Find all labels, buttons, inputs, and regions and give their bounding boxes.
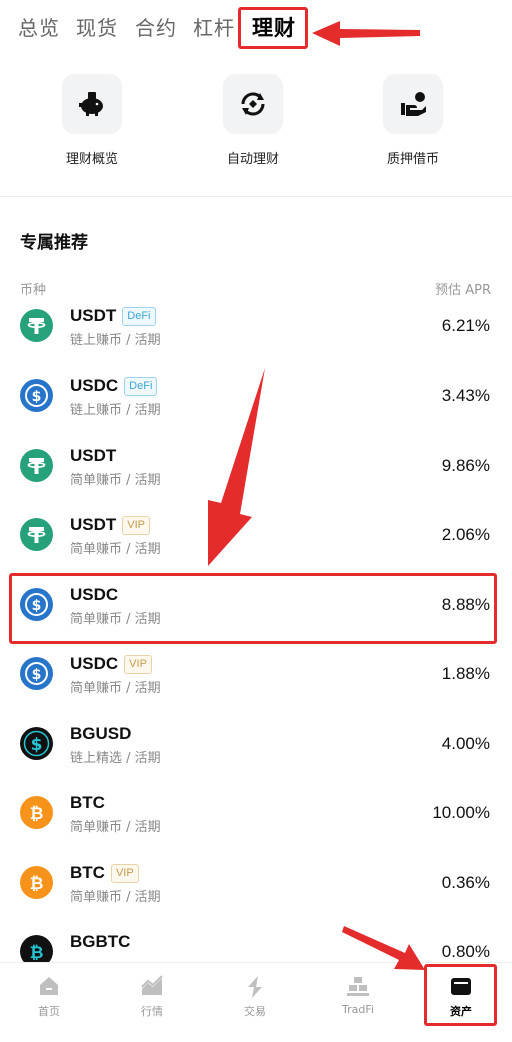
product-name-line: USDC DeFi [70, 376, 158, 396]
svg-text:$: $ [31, 735, 43, 755]
product-type: 简单赚币 / 活期 [70, 681, 161, 696]
product-name: USDC [70, 654, 119, 673]
product-type: 链上精选 / 活期 [70, 751, 161, 766]
product-name-line: USDT [70, 446, 116, 466]
usdc-icon: $ [20, 657, 53, 690]
product-type: 链上赚币 / 活期 [70, 403, 161, 418]
product-name: BGBTC [70, 932, 131, 951]
quick-action-label: 质押借币 [386, 152, 439, 167]
product-row[interactable]: USDT 简单赚币 / 活期 9.86% [0, 435, 512, 505]
pledge-loan-icon [383, 74, 443, 134]
nav-item-market[interactable]: 行情 [112, 975, 192, 1019]
product-name-line: USDT VIP [70, 515, 151, 535]
product-badge: VIP [122, 515, 151, 535]
btc-icon: ₿ [20, 866, 53, 899]
product-row[interactable]: $ BGUSD 链上精选 / 活期 4.00% [0, 713, 512, 783]
product-name: USDT [70, 515, 117, 534]
product-apr: 3.43% [441, 386, 490, 405]
tab-overview[interactable]: 总览 [18, 12, 60, 41]
svg-text:$: $ [32, 667, 42, 683]
nav-item-trade[interactable]: 交易 [215, 975, 295, 1019]
product-type: 链上赚币 / 活期 [70, 333, 161, 348]
product-name-line: BGUSD [70, 724, 131, 744]
product-badge: VIP [110, 863, 139, 883]
product-name-line: BTC [70, 793, 105, 813]
tab-futures[interactable]: 合约 [135, 12, 177, 41]
svg-text:₿: ₿ [30, 874, 44, 894]
product-name: USDC [70, 376, 119, 395]
product-apr: 6.21% [441, 316, 490, 335]
svg-text:₿: ₿ [30, 804, 44, 824]
quick-action-earn-overview[interactable]: 理财概览 [32, 74, 152, 167]
product-type: 简单赚币 / 活期 [70, 473, 161, 488]
product-type: 简单赚币 / 活期 [70, 820, 161, 835]
home-icon [9, 975, 89, 999]
product-row[interactable]: ₿ BTC 简单赚币 / 活期 10.00% [0, 782, 512, 852]
nav-label: 交易 [244, 1005, 266, 1018]
product-apr: 0.80% [441, 942, 490, 961]
product-type: 简单赚币 / 活期 [70, 542, 161, 557]
product-apr: 2.06% [441, 525, 490, 544]
nav-item-home[interactable]: 首页 [9, 975, 89, 1019]
earn-tab-highlight-box [238, 7, 308, 49]
svg-text:$: $ [32, 389, 42, 405]
product-apr: 4.00% [441, 734, 490, 753]
nav-label: TradFi [342, 1003, 374, 1016]
btc-icon: ₿ [20, 796, 53, 829]
quick-action-auto-earn[interactable]: 自动理财 [193, 74, 313, 167]
product-badge: VIP [124, 654, 152, 674]
tab-spot[interactable]: 现货 [76, 12, 118, 41]
product-row[interactable]: USDT VIP 简单赚币 / 活期 2.06% [0, 504, 512, 574]
usdt-icon [20, 449, 53, 482]
product-name-line: USDT DeFi [70, 306, 156, 326]
trade-icon [215, 975, 295, 999]
svg-text:₿: ₿ [30, 943, 44, 963]
product-row[interactable]: ₿ BTC VIP 简单赚币 / 活期 0.36% [0, 852, 512, 922]
quick-action-label: 理财概览 [65, 152, 118, 167]
quick-action-pledge-loan[interactable]: 质押借币 [353, 74, 473, 167]
product-name-line: BTC VIP [70, 863, 139, 883]
product-row[interactable]: USDT DeFi 链上赚币 / 活期 6.21% [0, 295, 512, 365]
product-name: BTC [70, 793, 105, 812]
product-row[interactable]: $ USDC DeFi 链上赚币 / 活期 3.43% [0, 365, 512, 435]
piggy-bank-icon [62, 74, 122, 134]
product-name-line: USDC VIP [70, 654, 152, 674]
nav-label: 行情 [141, 1005, 163, 1018]
product-name-line: BGBTC [70, 932, 130, 952]
product-row[interactable]: $ USDC VIP 简单赚币 / 活期 1.88% [0, 643, 512, 713]
product-name: BGUSD [70, 724, 132, 743]
product-badge: DeFi [124, 376, 158, 396]
quick-action-label: 自动理财 [226, 152, 279, 167]
usdt-icon [20, 309, 53, 342]
product-apr: 9.86% [441, 456, 490, 475]
market-chart-icon [112, 975, 192, 999]
bgusd-icon: $ [20, 727, 53, 760]
usdc-icon: $ [20, 379, 53, 412]
tradfi-icon [318, 975, 398, 999]
section-divider [0, 196, 512, 197]
nav-label: 首页 [38, 1005, 60, 1018]
auto-cycle-icon [223, 74, 283, 134]
usdc-row-highlight-box [9, 573, 497, 644]
product-name: USDT [70, 306, 117, 325]
product-apr: 1.88% [441, 664, 490, 683]
section-title: 专属推荐 [20, 233, 88, 253]
product-apr: 10.00% [432, 803, 490, 822]
nav-item-tradfi[interactable]: TradFi [318, 975, 398, 1016]
product-type: 简单赚币 / 活期 [70, 890, 161, 905]
assets-nav-highlight-box [424, 964, 497, 1026]
product-badge: DeFi [122, 306, 156, 326]
product-name: USDT [70, 446, 117, 465]
tab-margin[interactable]: 杠杆 [193, 12, 235, 41]
product-apr: 0.36% [441, 873, 490, 892]
usdt-icon [20, 518, 53, 551]
product-name: BTC [70, 863, 105, 882]
